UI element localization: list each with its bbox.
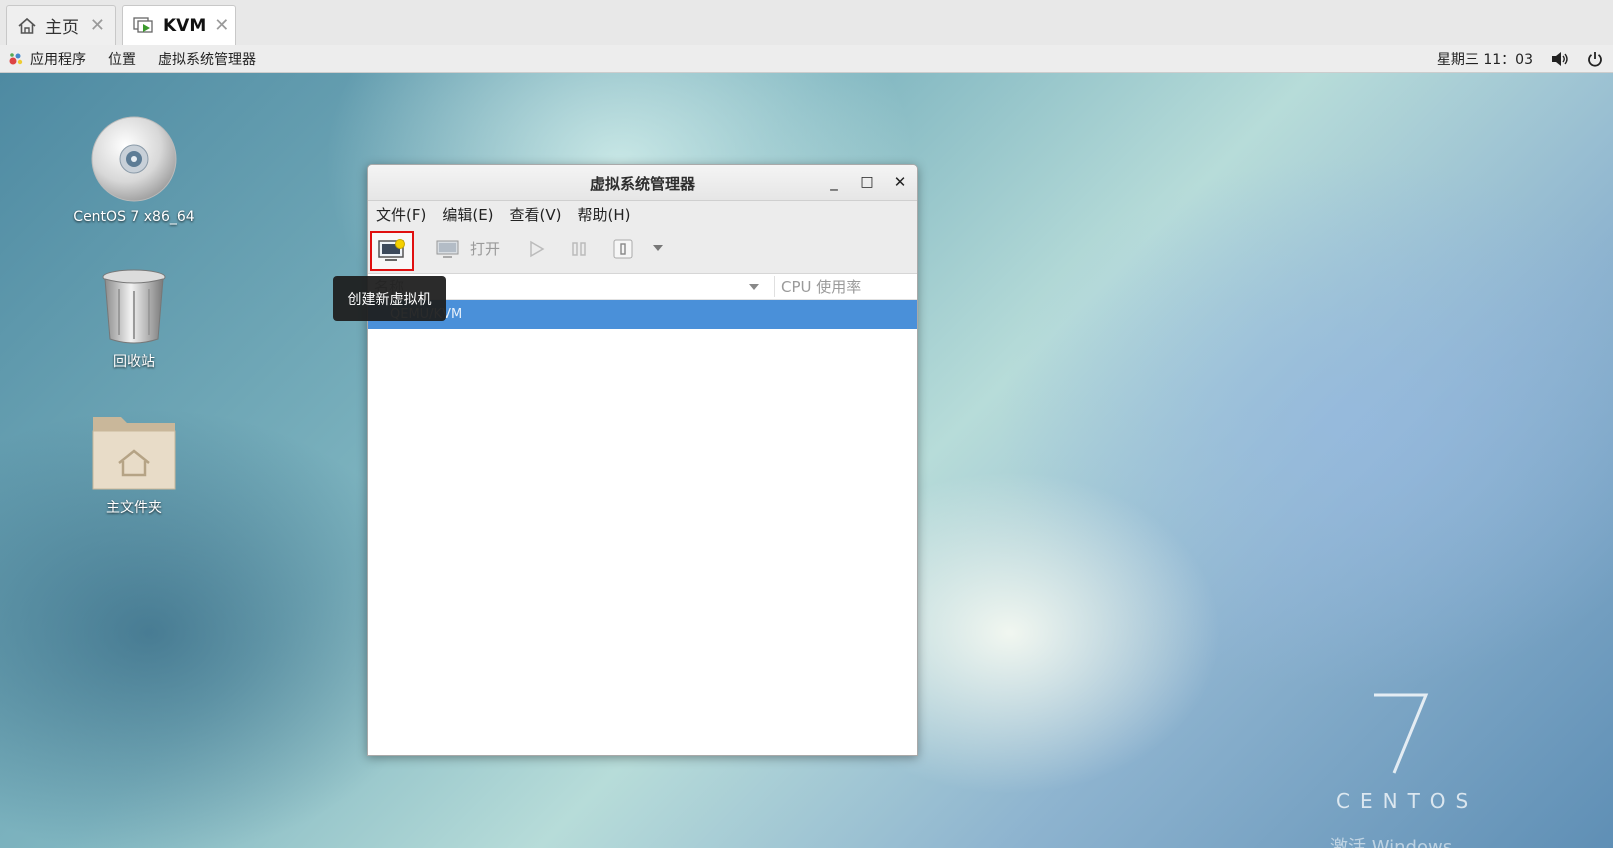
home-icon (18, 17, 36, 34)
shutdown-icon (613, 239, 633, 259)
activate-windows-watermark: 激活 Windows (1330, 837, 1453, 848)
new-vm-icon (378, 239, 405, 261)
desktop-icon-trash[interactable]: 回收站 (64, 267, 204, 371)
places-menu[interactable]: 位置 (108, 49, 136, 69)
new-vm-button[interactable] (370, 231, 414, 271)
shutdown-menu-button[interactable] (652, 243, 664, 253)
trash-icon (102, 269, 166, 344)
host-tab-bar: 主页 ✕ KVM ✕ (0, 0, 1613, 46)
volume-icon[interactable] (1551, 51, 1569, 67)
menu-bar: 文件(F) 编辑(E) 查看(V) 帮助(H) (368, 201, 917, 228)
open-button[interactable]: 打开 (436, 238, 500, 259)
tab-kvm-close-icon[interactable]: ✕ (214, 15, 229, 36)
centos-seven-logo (1374, 693, 1429, 774)
power-icon[interactable] (1587, 51, 1603, 67)
shutdown-button[interactable] (612, 238, 634, 260)
virt-manager-window: 虚拟系统管理器 _ □ ✕ 文件(F) 编辑(E) 查看(V) 帮助(H) 打开 (367, 164, 918, 756)
menu-file[interactable]: 文件(F) (376, 204, 426, 225)
active-app-menu[interactable]: 虚拟系统管理器 (158, 49, 256, 69)
gnome-foot-icon (9, 52, 23, 64)
close-button[interactable]: ✕ (889, 171, 911, 193)
pause-button[interactable] (570, 240, 588, 258)
sort-arrow-icon[interactable] (748, 283, 760, 291)
vm-list-header: 名称 CPU 使用率 (368, 274, 917, 300)
menu-view[interactable]: 查看(V) (510, 204, 562, 225)
home-folder-icon (92, 417, 176, 490)
maximize-button[interactable]: □ (856, 171, 878, 193)
top-panel: 应用程序 位置 虚拟系统管理器 星期三 11：03 (0, 45, 1613, 73)
dropdown-arrow-icon (653, 245, 663, 251)
pause-icon (572, 242, 586, 256)
tab-home[interactable]: 主页 ✕ (6, 5, 116, 45)
panel-status-area: 星期三 11：03 (1437, 49, 1603, 69)
applications-menu[interactable]: 应用程序 (8, 49, 86, 69)
clock[interactable]: 星期三 11：03 (1437, 49, 1533, 69)
tab-home-label: 主页 (45, 18, 79, 38)
run-button[interactable] (528, 240, 546, 258)
column-cpu-header[interactable]: CPU 使用率 (781, 276, 861, 297)
centos-wordmark: CENTOS (1336, 789, 1479, 813)
menu-help[interactable]: 帮助(H) (578, 204, 631, 225)
desktop-icon-home-folder[interactable]: 主文件夹 (64, 411, 204, 517)
tab-kvm[interactable]: KVM ✕ (122, 5, 236, 45)
toolbar: 打开 (368, 228, 917, 274)
tab-home-close-icon[interactable]: ✕ (90, 15, 105, 36)
monitor-icon (436, 240, 459, 258)
desktop-icon-label: 回收站 (113, 354, 155, 370)
desktop-icon-centos-disc[interactable]: CentOS 7 x86_64 (64, 115, 204, 225)
column-separator (774, 276, 775, 297)
vm-icon (133, 16, 153, 33)
minimize-button[interactable]: _ (823, 171, 845, 193)
new-vm-tooltip: 创建新虚拟机 (333, 276, 446, 321)
menu-edit[interactable]: 编辑(E) (442, 204, 493, 225)
desktop-icon-label: CentOS 7 x86_64 (73, 209, 195, 225)
play-icon (530, 240, 545, 258)
open-label: 打开 (470, 240, 501, 258)
tab-kvm-label: KVM (163, 15, 207, 36)
window-titlebar[interactable]: 虚拟系统管理器 _ □ ✕ (368, 165, 917, 201)
vm-list-row-qemu-kvm[interactable]: QEMU/KVM (368, 300, 917, 329)
applications-label: 应用程序 (30, 51, 86, 68)
disc-icon (91, 116, 177, 202)
desktop-icon-label: 主文件夹 (106, 500, 162, 516)
